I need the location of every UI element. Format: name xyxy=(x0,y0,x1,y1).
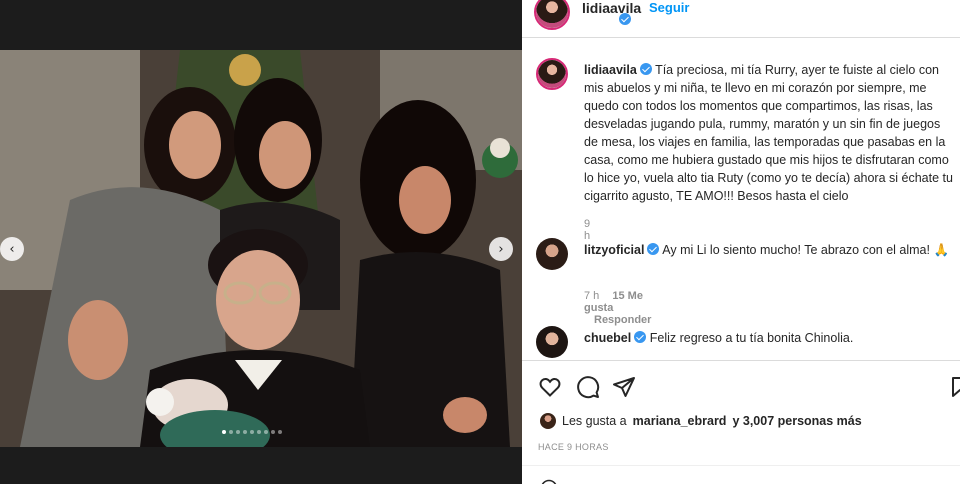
caption-text: lidiaavila Tía preciosa, mi tía Rurry, a… xyxy=(584,61,954,205)
comment-username[interactable]: chuebel xyxy=(584,331,631,345)
commenter-avatar[interactable] xyxy=(536,326,568,358)
paper-plane-icon[interactable] xyxy=(612,375,636,399)
comment-username[interactable]: litzyoficial xyxy=(584,243,644,257)
comment-icon[interactable] xyxy=(576,375,600,399)
carousel-dot xyxy=(250,430,254,434)
caption-meta: 9 h xyxy=(584,218,590,242)
likes-summary: Les gusta a mariana_ebrard y 3,007 perso… xyxy=(540,413,862,429)
caption-body: Tía preciosa, mi tía Rurry, ayer te fuis… xyxy=(584,63,953,203)
caption-username[interactable]: lidiaavila xyxy=(584,63,637,77)
verified-badge-icon xyxy=(619,13,631,25)
carousel-dot xyxy=(222,430,226,434)
liker-avatar[interactable] xyxy=(540,413,556,429)
carousel-dot xyxy=(243,430,247,434)
comment-body: Feliz regreso a tu tía bonita Chinolia. xyxy=(649,331,854,345)
carousel-dot xyxy=(278,430,282,434)
carousel-dot xyxy=(271,430,275,434)
bookmark-icon[interactable] xyxy=(948,375,960,399)
likes-count[interactable]: y 3,007 personas más xyxy=(732,414,861,428)
comment-text: chuebel Feliz regreso a tu tía bonita Ch… xyxy=(584,329,954,347)
comments-list: lidiaavila Tía preciosa, mi tía Rurry, a… xyxy=(522,48,960,360)
carousel-next-button[interactable]: › xyxy=(489,237,513,261)
likes-prefix: Les gusta a xyxy=(562,414,627,428)
post-time[interactable]: HACE 9 HORAS xyxy=(538,442,609,452)
caption-time[interactable]: 9 h xyxy=(584,218,590,242)
verified-badge-icon xyxy=(639,63,652,75)
comment-meta: 7 h 15 Me gusta Responder xyxy=(584,290,651,326)
post-panel: lidiaavila Seguir lidiaavila Tía precios… xyxy=(522,0,960,484)
follow-button[interactable]: Seguir xyxy=(649,0,689,15)
carousel-dot xyxy=(264,430,268,434)
verified-badge-icon xyxy=(647,243,660,255)
comment-body: Ay mi Li lo siento mucho! Te abrazo con … xyxy=(662,243,950,257)
carousel-dot xyxy=(236,430,240,434)
post-photo xyxy=(0,50,522,447)
carousel-indicator xyxy=(222,430,282,434)
carousel-dot xyxy=(229,430,233,434)
reply-button[interactable]: Responder xyxy=(594,314,651,326)
carousel-prev-button[interactable]: ‹ xyxy=(0,237,24,261)
author-avatar[interactable] xyxy=(534,0,570,30)
carousel-dot xyxy=(257,430,261,434)
post-header: lidiaavila Seguir xyxy=(522,0,960,38)
heart-icon[interactable] xyxy=(538,375,562,399)
smile-icon[interactable] xyxy=(540,479,558,484)
divider xyxy=(522,465,960,466)
liker-username[interactable]: mariana_ebrard xyxy=(633,414,727,428)
comment-time[interactable]: 7 h xyxy=(584,290,599,302)
chevron-right-icon: › xyxy=(498,241,504,257)
post-actions: Les gusta a mariana_ebrard y 3,007 perso… xyxy=(522,360,960,484)
author-avatar[interactable] xyxy=(536,58,568,90)
author-username[interactable]: lidiaavila xyxy=(582,0,641,16)
comment-text: litzyoficial Ay mi Li lo siento mucho! T… xyxy=(584,241,954,259)
verified-badge-icon xyxy=(634,331,647,343)
commenter-avatar[interactable] xyxy=(536,238,568,270)
chevron-left-icon: ‹ xyxy=(9,241,15,257)
